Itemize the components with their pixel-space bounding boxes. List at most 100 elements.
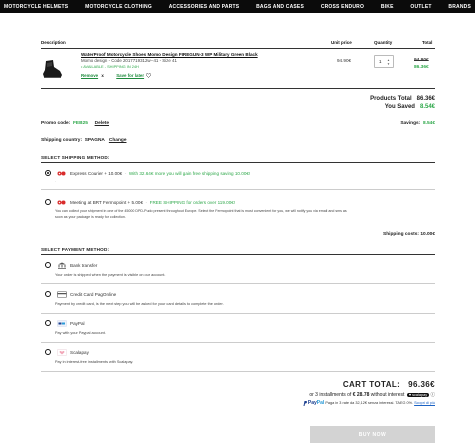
quantity-value[interactable]: 1	[379, 59, 382, 64]
nav-item-bags-cases[interactable]: BAGS AND CASES	[256, 4, 304, 10]
buy-now-button[interactable]: BUY NOW	[310, 426, 435, 443]
brt-description-1: You can collect your shipment in one of …	[55, 209, 347, 213]
scalapay-installments: or 3 installments of € 28.78 without int…	[250, 392, 435, 398]
close-icon[interactable]: x	[101, 73, 103, 78]
shipping-costs-label: Shipping costs:	[383, 232, 419, 237]
scalapay-badge: ♥ scalapay	[406, 392, 430, 397]
header-divider	[41, 48, 435, 49]
product-name-link[interactable]: WaterProof Motorcycle Shoes Momo Design …	[81, 52, 258, 57]
shipping-costs-value: 10.00€	[420, 232, 435, 237]
unit-price: 94.90€	[337, 58, 352, 63]
cart-total-value: 96.36€	[408, 380, 435, 389]
products-total-label: Products Total	[370, 96, 412, 102]
payment-scalapay-desc: Pay in interest-free installments with S…	[55, 360, 134, 364]
top-navigation: MOTORCYCLE HELMETS MOTORCYCLE CLOTHING A…	[0, 0, 475, 13]
payment-bank-label[interactable]: Bank transfer	[70, 263, 97, 268]
express-extra-dot: .	[55, 179, 57, 183]
product-divider	[41, 88, 435, 89]
paypal-logo-icon	[303, 400, 307, 406]
shipping-option-brt[interactable]: Meeting at BRT Fermopoint + 5.00€ - FREE…	[70, 200, 235, 205]
nav-item-accessories-parts[interactable]: ACCESSORIES AND PARTS	[169, 4, 240, 10]
promo-delete-link[interactable]: Delete	[95, 121, 109, 126]
nav-item-motorcycle-helmets[interactable]: MOTORCYCLE HELMETS	[4, 4, 68, 10]
brt-icon	[57, 200, 66, 205]
savings-label: Savings:	[400, 121, 421, 126]
product-availability: • AVAILABLE - SHIPPING IN 24H	[81, 64, 139, 69]
promo-code-row: Promo code: FEB25 Delete	[41, 121, 109, 126]
nav-item-brands[interactable]: BRANDS	[448, 4, 471, 10]
installments-prefix: or 3 installments of	[309, 392, 352, 398]
scalapay-icon	[57, 349, 67, 356]
nav-item-motorcycle-clothing[interactable]: MOTORCYCLE CLOTHING	[85, 4, 152, 10]
payment-method-title: SELECT PAYMENT METHOD:	[41, 247, 110, 252]
brt-description-2: soon as your package is ready for collec…	[55, 215, 126, 219]
paypal-word-2: Pal	[316, 400, 325, 406]
col-unit-price: Unit price	[331, 40, 352, 45]
col-total: Total	[422, 40, 433, 45]
product-actions: Remove x Save for later	[81, 73, 152, 79]
nav-item-bike[interactable]: BIKE	[381, 4, 394, 10]
payment-bank-radio[interactable]	[45, 262, 51, 268]
products-total-value: 86.36€	[416, 96, 435, 102]
payment-scalapay-radio[interactable]	[45, 349, 51, 355]
shipping-divider	[41, 162, 435, 163]
shipping-country-value: SPAGNA	[84, 138, 105, 143]
promo-code-label: Promo code:	[41, 121, 71, 126]
paypal-icon	[57, 320, 67, 327]
payment-paypal-radio[interactable]	[45, 320, 51, 326]
col-description: Description	[41, 40, 66, 45]
change-country-link[interactable]: Change	[109, 138, 127, 143]
paypal-word-1: Pay	[307, 400, 317, 406]
bank-icon	[58, 262, 66, 269]
express-name: Express Courier	[70, 171, 103, 176]
express-courier-icon	[57, 171, 66, 176]
heart-icon[interactable]	[146, 73, 152, 79]
nav-item-outlet[interactable]: OUTLET	[410, 4, 431, 10]
payment-divider	[41, 254, 435, 255]
shipping-option-brt-radio[interactable]	[45, 199, 51, 205]
payment-paypal-label[interactable]: PayPal	[70, 321, 85, 326]
savings-row: Savings: 8.54€	[300, 121, 435, 126]
quantity-arrows-icon[interactable]: ▲ ▼	[385, 58, 392, 66]
product-image[interactable]	[41, 58, 63, 80]
save-for-later-link[interactable]: Save for later	[116, 73, 144, 78]
paypal-learn-more-link[interactable]: Scopri di più	[414, 401, 435, 405]
savings-value: 8.54€	[422, 121, 435, 126]
info-icon[interactable]: ⓘ	[431, 392, 436, 397]
payment-divider-1	[41, 283, 435, 284]
total-original-price: 94.90€	[414, 58, 429, 63]
shipping-country-label: Shipping country:	[41, 138, 83, 143]
installments-suffix: without interest	[370, 392, 405, 398]
express-note: With 32.64€ more you will gain free ship…	[128, 171, 251, 176]
shipping-option-express[interactable]: Express Courier + 10.00€ - With 32.64€ m…	[70, 171, 250, 176]
promo-code-value: FEB25	[73, 121, 88, 126]
credit-card-icon	[57, 291, 67, 298]
cart-table-header: Description Unit price Quantity Total	[41, 40, 435, 48]
paypal-text: Paga in 3 rate da 32,12€ senza interessi…	[325, 401, 414, 405]
express-price: 10.00€	[108, 171, 123, 176]
remove-link[interactable]: Remove	[81, 73, 98, 78]
cart-total-row: CART TOTAL: 96.36€	[300, 380, 435, 389]
paypal-installments: PayPal Paga in 3 rate da 32,12€ senza in…	[258, 400, 435, 406]
payment-bank-desc: Your order is shipped when the payment i…	[55, 273, 166, 277]
product-meta: Momo design - Code 2017719312w--41 - Siz…	[81, 58, 177, 63]
payment-card-label[interactable]: Credit Card PagOnline	[70, 292, 116, 297]
payment-paypal-desc: Pay with your Paypal account.	[55, 331, 106, 335]
shipping-option-express-radio[interactable]	[45, 170, 51, 176]
products-total-row: Products Total 86.36€	[300, 96, 435, 102]
payment-divider-2	[41, 313, 435, 314]
brt-price: 5.00€	[131, 200, 144, 205]
payment-scalapay-label[interactable]: Scalapay	[70, 350, 89, 355]
payment-card-desc: Payment by credit card, is the next step…	[55, 302, 224, 306]
nav-item-cross-enduro[interactable]: CROSS ENDURO	[321, 4, 364, 10]
shipping-country-row: Shipping country: SPAGNA Change	[41, 138, 126, 143]
shipping-method-title: SELECT SHIPPING METHOD:	[41, 155, 110, 160]
cart-total-label: CART TOTAL:	[342, 380, 401, 389]
payment-divider-4	[41, 371, 435, 372]
brt-note: FREE SHIPPING for orders over 119.00€!	[149, 200, 236, 205]
payment-card-radio[interactable]	[45, 291, 51, 297]
col-quantity: Quantity	[374, 40, 393, 45]
quantity-stepper[interactable]: 1 ▲ ▼	[374, 55, 394, 68]
total-discounted-price: 86.36€	[414, 65, 429, 70]
you-saved-row: You Saved 8.54€	[300, 104, 435, 110]
